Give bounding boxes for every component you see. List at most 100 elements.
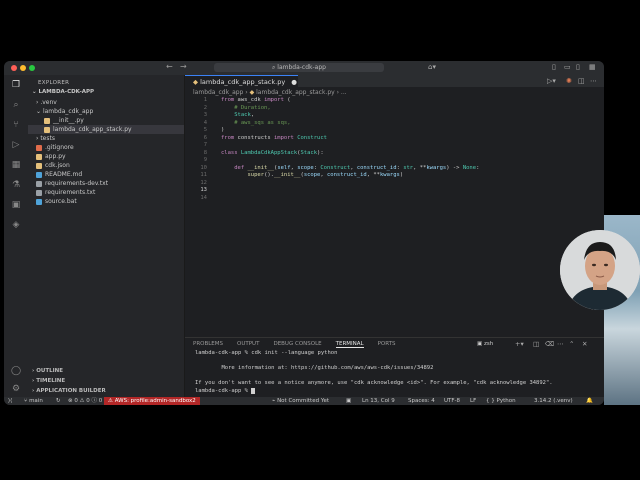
split-terminal-icon[interactable]: ◫ <box>533 340 539 348</box>
breadcrumb-item[interactable]: lambda_cdk_app <box>193 89 243 96</box>
git-file-icon <box>36 144 42 151</box>
breadcrumb-item[interactable]: ... <box>341 89 347 96</box>
line-number: 13 <box>200 187 207 193</box>
terminal-line: More information at: https://github.com/… <box>195 365 434 371</box>
accounts-icon[interactable]: ◯ <box>10 365 22 377</box>
file-tree-item[interactable]: README.md <box>28 170 184 179</box>
aws-profile-badge[interactable]: ⚠ AWS: profile:admin-sandbox2 <box>104 397 200 405</box>
branch-indicator[interactable]: ⑂ main <box>24 397 43 405</box>
kill-terminal-icon[interactable]: ⌫ <box>545 340 554 348</box>
testing-icon[interactable]: ⚗ <box>10 179 22 191</box>
remote-explorer-icon[interactable]: ▣ <box>10 199 22 211</box>
breadcrumb-item[interactable]: lambda_cdk_app_stack.py <box>256 89 335 96</box>
line-number: 12 <box>200 179 207 186</box>
line-number: 4 <box>203 119 207 126</box>
explorer-icon[interactable]: ❐ <box>10 79 22 91</box>
file-tree-item[interactable]: cdk.json <box>28 161 184 170</box>
timeline-label: TIMELINE <box>36 378 66 384</box>
presenter-face-image <box>560 230 640 310</box>
copilot-icon[interactable]: ⌂▾ <box>428 63 436 71</box>
panel-tab-debug-console[interactable]: DEBUG CONSOLE <box>273 341 321 347</box>
source-sync-icon[interactable]: ↻ <box>56 397 61 405</box>
terminal-shell-selector[interactable]: ▣ zsh <box>477 341 493 347</box>
more-actions-icon[interactable]: ⋯ <box>590 77 597 85</box>
manage-gear-icon[interactable]: ⚙ <box>10 383 22 395</box>
panel-tab-terminal[interactable]: TERMINAL <box>335 341 364 348</box>
panel-tab-ports[interactable]: PORTS <box>378 341 396 347</box>
language-label: Python <box>496 398 516 404</box>
indentation[interactable]: Spaces: 4 <box>408 397 435 405</box>
language-mode[interactable]: { } Python <box>486 397 516 405</box>
aws-toolkit-icon[interactable]: ◈ <box>10 219 22 231</box>
minimize-window-button[interactable] <box>20 65 26 71</box>
git-blame-status[interactable]: ⌁ Not Committed Yet <box>272 397 329 405</box>
title-bar: ← → ⌕ lambda-cdk-app ⌂▾ ▯ ▭ ▯ ▦ <box>4 61 604 76</box>
cursor-position[interactable]: Ln 13, Col 9 <box>362 397 395 405</box>
line-ending[interactable]: LF <box>470 397 476 405</box>
encoding[interactable]: UTF-8 <box>444 397 460 405</box>
activity-bar: ❐ ⌕ ⑂ ▷ ▦ ⚗ ▣ ◈ ◯ ⚙ <box>4 75 28 397</box>
code-line: Stack, <box>234 112 255 118</box>
application-builder-label: APPLICATION BUILDER <box>36 388 106 394</box>
tab-lambda-cdk-app-stack[interactable]: ◆ lambda_cdk_app_stack.py ● <box>185 75 298 87</box>
run-python-file-icon[interactable]: ▷▾ <box>547 77 556 85</box>
extensions-icon[interactable]: ▦ <box>10 159 22 171</box>
remote-indicator-icon[interactable]: ⟩⟨ <box>8 397 12 405</box>
line-number: 9 <box>203 157 207 163</box>
close-panel-icon[interactable]: ✕ <box>582 340 587 348</box>
explorer-sidebar: EXPLORER ⌄ LAMBDA-CDK-APP › .venv ⌄ lambd… <box>28 75 185 397</box>
explorer-root-folder[interactable]: ⌄ LAMBDA-CDK-APP <box>28 88 184 97</box>
run-debug-icon[interactable]: ▷ <box>10 139 22 151</box>
panel-tab-problems[interactable]: PROBLEMS <box>193 341 223 347</box>
source-control-icon[interactable]: ⑂ <box>10 119 22 131</box>
file-tree-item[interactable]: › .venv <box>28 98 184 107</box>
problems-indicator[interactable]: ⊗ 0 ⚠ 0 ⓘ 0 <box>68 397 102 405</box>
file-tree-item[interactable]: __init__.py <box>28 116 184 125</box>
file-tree-item[interactable]: requirements.txt <box>28 188 184 197</box>
close-window-button[interactable] <box>11 65 17 71</box>
aws-deploy-icon[interactable]: ✺ <box>566 77 572 85</box>
ports-icon[interactable]: ▣ <box>346 397 351 405</box>
chevron-right-icon: › <box>32 368 37 374</box>
maximize-window-button[interactable] <box>29 65 35 71</box>
file-tree-item[interactable]: source.bat <box>28 197 184 206</box>
application-builder-section[interactable]: › APPLICATION BUILDER <box>28 387 184 396</box>
toggle-panel-icon[interactable]: ▭ <box>564 63 571 71</box>
code-line: from constructs import Construct <box>221 134 327 141</box>
panel-tab-output[interactable]: OUTPUT <box>237 341 259 347</box>
search-icon[interactable]: ⌕ <box>10 99 22 111</box>
command-center-search[interactable]: ⌕ lambda-cdk-app <box>214 63 384 72</box>
customize-layout-icon[interactable]: ▦ <box>589 63 596 71</box>
toggle-sidebar-icon[interactable]: ▯ <box>552 63 556 71</box>
file-tree-item[interactable]: lambda_cdk_app_stack.py <box>28 125 184 134</box>
code-line: class LambdaCdkAppStack(Stack): <box>221 149 324 156</box>
split-editor-icon[interactable]: ◫ <box>578 77 585 85</box>
file-tree-item[interactable]: ⌄ lambda_cdk_app <box>28 107 184 116</box>
back-button[interactable]: ← <box>166 62 173 71</box>
file-tree-item[interactable]: requirements-dev.txt <box>28 179 184 188</box>
python-interpreter[interactable]: 3.14.2 (.venv) <box>534 397 573 405</box>
file-tree-item[interactable]: app.py <box>28 152 184 161</box>
file-tree-label: source.bat <box>45 198 77 205</box>
new-terminal-icon[interactable]: +▾ <box>515 340 524 348</box>
error-count: 0 <box>74 398 78 404</box>
file-tree-item[interactable]: › tests <box>28 134 184 143</box>
panel-more-icon[interactable]: ⋯ <box>557 340 564 348</box>
file-tree-item[interactable]: .gitignore <box>28 143 184 152</box>
warning-count: 0 <box>86 398 90 404</box>
outline-section[interactable]: › OUTLINE <box>28 367 184 376</box>
maximize-panel-icon[interactable]: ⌃ <box>569 340 574 348</box>
notifications-bell-icon[interactable]: 🔔 <box>586 397 593 405</box>
bottom-panel: PROBLEMS OUTPUT DEBUG CONSOLE TERMINAL PORTS… <box>185 337 604 398</box>
timeline-section[interactable]: › TIMELINE <box>28 377 184 386</box>
unsaved-dot-icon[interactable]: ● <box>291 78 297 86</box>
root-folder-label: LAMBDA-CDK-APP <box>38 89 95 95</box>
shell-name: zsh <box>483 341 494 347</box>
toggle-secondary-sidebar-icon[interactable]: ▯ <box>576 63 580 71</box>
forward-button[interactable]: → <box>180 62 187 71</box>
line-number: 6 <box>203 134 207 141</box>
line-number: 7 <box>203 142 207 148</box>
